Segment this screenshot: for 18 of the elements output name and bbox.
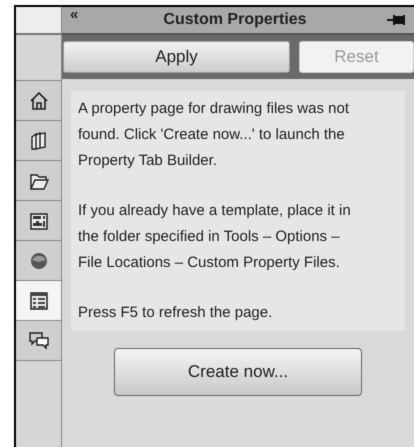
chat-bubbles-icon — [28, 330, 50, 352]
sidebar-tab[interactable] — [16, 121, 61, 161]
create-now-button[interactable]: Create now... — [114, 348, 362, 396]
home-icon — [28, 90, 50, 112]
sidebar-tab[interactable] — [16, 281, 61, 321]
list-icon — [28, 290, 50, 312]
pin-icon[interactable] — [386, 14, 408, 26]
sidebar-header — [16, 7, 61, 35]
sidebar-tab[interactable] — [16, 161, 61, 201]
apply-button[interactable]: Apply — [63, 41, 290, 73]
sidebar-tab[interactable] — [16, 201, 61, 241]
message-paragraph: If you already have a template, place it in the folder specified in Tools – Options – File Locations – Custom Property Files. — [78, 201, 352, 273]
sidebar-tab[interactable] — [16, 81, 61, 121]
message-paragraph: A property page for drawing files was not found. Click 'Create now...' to launch the Property Tab Builder. — [78, 99, 350, 171]
sidebar-tab[interactable] — [16, 321, 61, 361]
collapse-button[interactable]: « — [70, 7, 84, 22]
message-paragraph: Press F5 to refresh the page. — [78, 303, 274, 323]
panel-title: Custom Properties — [163, 10, 307, 30]
